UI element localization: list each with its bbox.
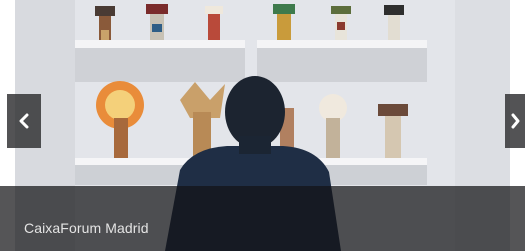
slide-caption: CaixaForum Madrid [24, 220, 149, 236]
prev-slide-button[interactable] [7, 94, 41, 148]
image-slider: CaixaForum Madrid [0, 0, 525, 251]
chevron-right-icon [509, 112, 521, 130]
caption-bar [0, 186, 525, 251]
chevron-left-icon [17, 112, 31, 130]
next-slide-button[interactable] [505, 94, 525, 148]
